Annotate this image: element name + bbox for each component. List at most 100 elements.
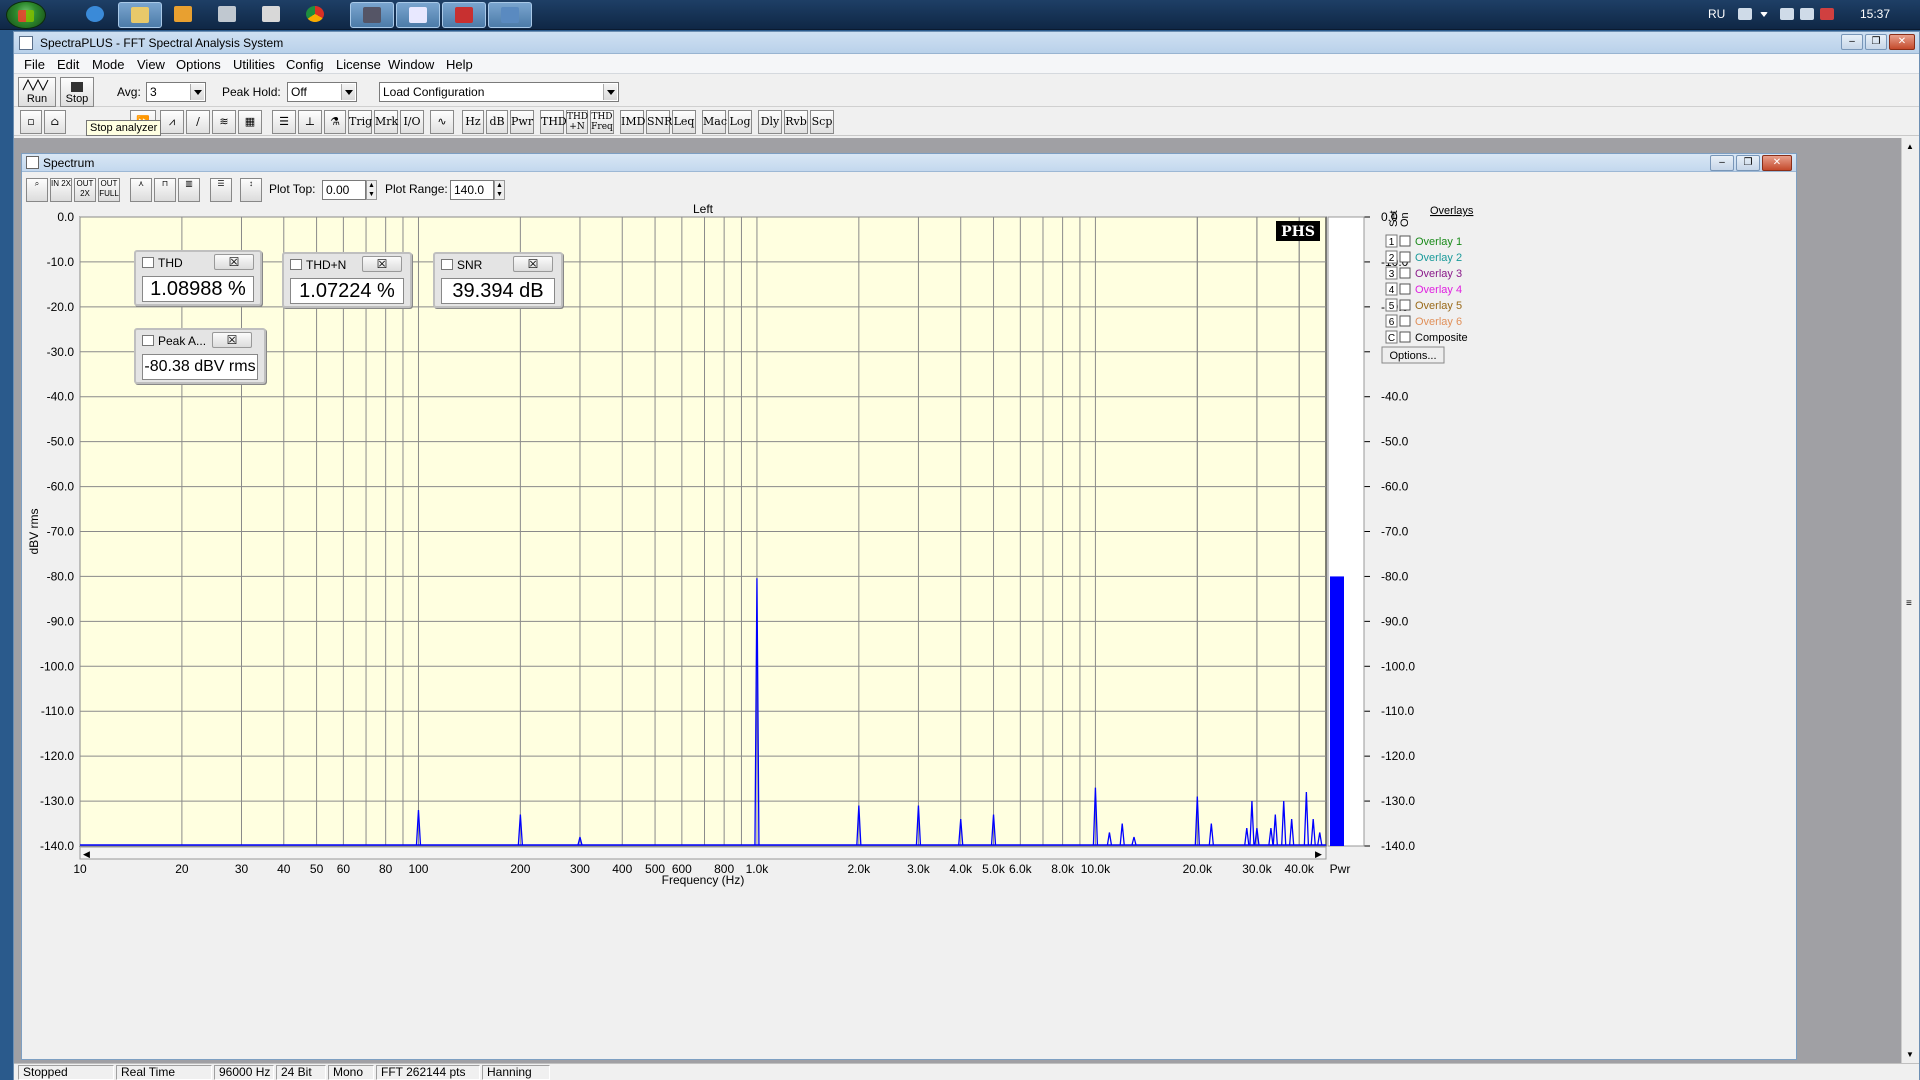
- menu-edit[interactable]: Edit: [57, 57, 79, 72]
- app3-taskbar-button[interactable]: [206, 2, 250, 28]
- spinner-icon[interactable]: ▲ ▼: [494, 180, 505, 200]
- spectraplus-taskbar-button[interactable]: [396, 2, 440, 28]
- spectrum-close-icon[interactable]: ✕: [1762, 155, 1792, 171]
- y-tick-label: -30.0: [47, 345, 75, 359]
- spectrogram-icon[interactable]: ≋: [212, 110, 236, 134]
- zoom-in-2x-button[interactable]: IN 2X: [50, 178, 72, 202]
- thd-meter-close-icon[interactable]: ☒: [214, 254, 254, 270]
- spectrum-titlebar[interactable]: Spectrum – ❐ ✕: [22, 154, 1796, 172]
- scale-icon[interactable]: ⊥: [298, 110, 322, 134]
- app6-taskbar-button[interactable]: [350, 2, 394, 28]
- spinner-icon[interactable]: ▲ ▼: [366, 180, 377, 200]
- settings-list-icon[interactable]: ☰: [272, 110, 296, 134]
- plot-range-input[interactable]: 140.0 ▲ ▼: [450, 180, 505, 200]
- ie-taskbar-button[interactable]: [74, 2, 118, 28]
- stop-button[interactable]: Stop: [60, 77, 94, 107]
- plot-top-input[interactable]: 0.00 ▲ ▼: [322, 180, 377, 200]
- menu-license[interactable]: License: [336, 57, 381, 72]
- menu-mode[interactable]: Mode: [92, 57, 125, 72]
- flag-icon[interactable]: [1820, 8, 1834, 20]
- zoom-icon[interactable]: ⌕: [26, 178, 48, 202]
- menu-help[interactable]: Help: [446, 57, 473, 72]
- imd-button[interactable]: IMD: [620, 110, 645, 134]
- spectrum-restore-icon[interactable]: ❐: [1736, 155, 1760, 171]
- pwr-button[interactable]: Pwr: [510, 110, 534, 134]
- chrome-taskbar-button[interactable]: [294, 2, 338, 28]
- io-button[interactable]: I/O: [400, 110, 424, 134]
- workspace-scrollbar[interactable]: ▲ ≡ ▼: [1901, 138, 1919, 1063]
- snr-meter-close-icon[interactable]: ☒: [513, 256, 553, 272]
- app9-taskbar-button[interactable]: [488, 2, 532, 28]
- 3d-surface-icon[interactable]: ▦: [238, 110, 262, 134]
- spectrum-minimize-icon[interactable]: –: [1710, 155, 1734, 171]
- step-plot-icon[interactable]: ⊓: [154, 178, 176, 202]
- explorer-taskbar-button[interactable]: [118, 2, 162, 28]
- close-icon[interactable]: ✕: [1889, 34, 1915, 50]
- leq-button[interactable]: Leq: [672, 110, 696, 134]
- menu-config[interactable]: Config: [286, 57, 324, 72]
- rvb-button[interactable]: Rvb: [784, 110, 808, 134]
- thdn-button[interactable]: THD +N: [566, 110, 588, 134]
- restore-icon[interactable]: ❐: [1865, 34, 1887, 50]
- pwr-tick-label: -50.0: [1381, 435, 1409, 449]
- mrk-button[interactable]: Mrk: [374, 110, 398, 134]
- clock[interactable]: 15:37: [1860, 7, 1890, 21]
- media-taskbar-button[interactable]: [162, 2, 206, 28]
- run-button[interactable]: Run: [18, 77, 56, 107]
- chevron-down-icon[interactable]: [603, 84, 617, 100]
- thd-button[interactable]: THD: [540, 110, 567, 134]
- load-configuration-select[interactable]: Load Configuration: [379, 82, 619, 102]
- calibration-icon[interactable]: ⚗: [324, 110, 346, 134]
- line-plot-icon[interactable]: ⋏: [130, 178, 152, 202]
- app-titlebar[interactable]: SpectraPLUS - FFT Spectral Analysis Syst…: [14, 32, 1919, 54]
- tray-expand-icon[interactable]: [1760, 12, 1768, 17]
- snr-meter[interactable]: SNR ☒ 39.394 dB: [433, 252, 563, 308]
- zoom-out-2x-button[interactable]: OUT 2X: [74, 178, 96, 202]
- log-button[interactable]: Log: [728, 110, 752, 134]
- network-icon[interactable]: [1800, 8, 1814, 20]
- language-indicator[interactable]: RU: [1708, 7, 1725, 21]
- thd-meter[interactable]: THD ☒ 1.08988 %: [134, 250, 262, 306]
- generator-icon[interactable]: ∿: [430, 110, 454, 134]
- chevron-down-icon[interactable]: [341, 84, 355, 100]
- time-series-icon[interactable]: ∕: [186, 110, 210, 134]
- app4-taskbar-button[interactable]: [250, 2, 294, 28]
- keyboard-icon[interactable]: [1738, 8, 1752, 20]
- menu-view[interactable]: View: [137, 57, 165, 72]
- menu-window[interactable]: Window: [388, 57, 434, 72]
- thdn-meter[interactable]: THD+N ☒ 1.07224 %: [282, 252, 412, 308]
- volume-icon[interactable]: [1780, 8, 1794, 20]
- scp-button[interactable]: Scp: [810, 110, 834, 134]
- scroll-up-icon[interactable]: ▲: [1906, 142, 1914, 151]
- mac-button[interactable]: Mac: [702, 110, 727, 134]
- dly-button[interactable]: Dly: [758, 110, 782, 134]
- app8-taskbar-button[interactable]: [442, 2, 486, 28]
- scroll-grip-icon[interactable]: ≡: [1906, 598, 1912, 609]
- hz-button[interactable]: Hz: [462, 110, 484, 134]
- spectrum-mode-icon[interactable]: ⩘: [160, 110, 184, 134]
- zoom-out-full-button[interactable]: OUT FULL: [98, 178, 120, 202]
- db-button[interactable]: dB: [486, 110, 508, 134]
- start-button[interactable]: [6, 1, 46, 29]
- thd-freq-button[interactable]: THD Freq: [590, 110, 614, 134]
- scroll-down-icon[interactable]: ▼: [1906, 1050, 1914, 1059]
- overlays-col-on: On: [1399, 212, 1411, 227]
- new-file-icon[interactable]: ▫: [20, 110, 42, 134]
- menu-file[interactable]: File: [24, 57, 45, 72]
- bar-plot-icon[interactable]: ▥: [178, 178, 200, 202]
- peak-hold-select[interactable]: Off: [287, 82, 357, 102]
- avg-select[interactable]: 3: [146, 82, 206, 102]
- properties-icon[interactable]: ☰: [210, 178, 232, 202]
- peak-amplitude-meter[interactable]: Peak A... ☒ -80.38 dBV rms: [134, 328, 266, 384]
- menu-utilities[interactable]: Utilities: [233, 57, 275, 72]
- menu-options[interactable]: Options: [176, 57, 221, 72]
- snr-button[interactable]: SNR: [646, 110, 672, 134]
- minimize-icon[interactable]: –: [1841, 34, 1863, 50]
- thdn-meter-close-icon[interactable]: ☒: [362, 256, 402, 272]
- open-folder-icon[interactable]: ⌂: [44, 110, 66, 134]
- trig-button[interactable]: Trig: [348, 110, 372, 134]
- autoscale-icon[interactable]: ↕: [240, 178, 262, 202]
- peak-meter-close-icon[interactable]: ☒: [212, 332, 252, 348]
- chevron-down-icon[interactable]: [190, 84, 204, 100]
- spectrum-chart[interactable]: 0.00.0-10.0-10.0-20.0-20.0-30.0-30.0-40.…: [22, 203, 1796, 1059]
